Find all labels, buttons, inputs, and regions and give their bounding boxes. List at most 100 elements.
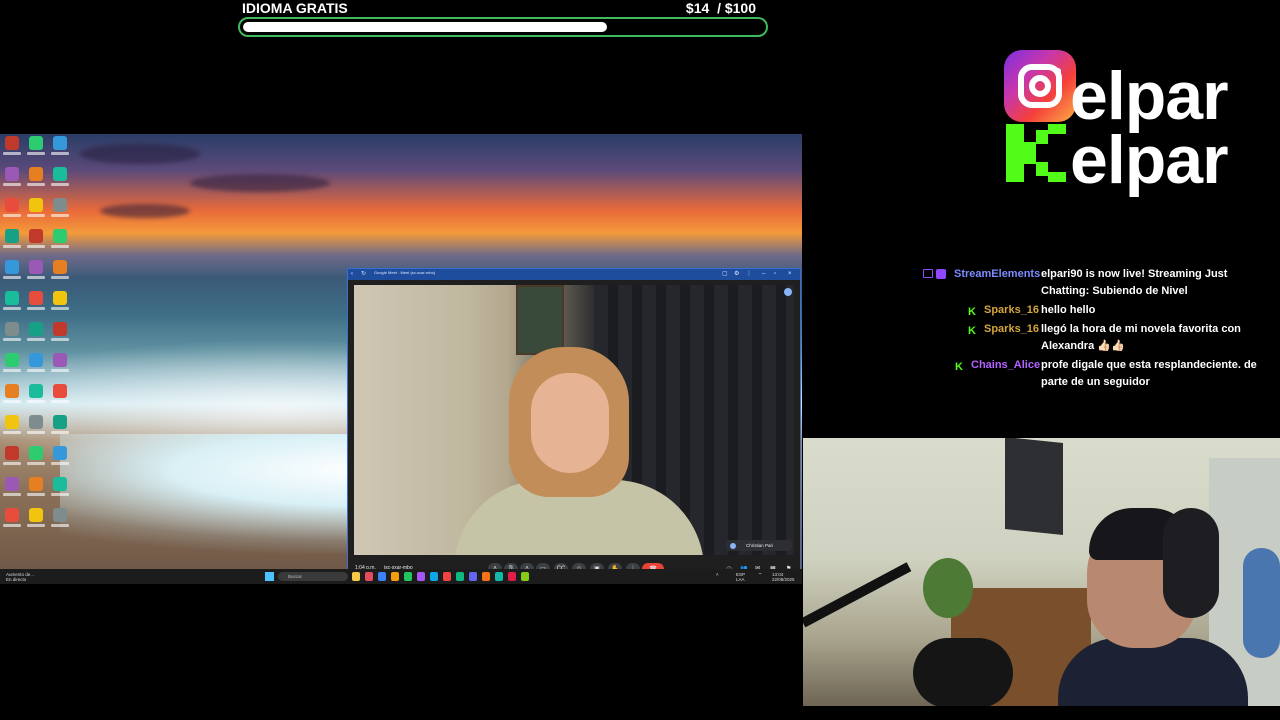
desktop-shortcut-icon[interactable] [2,322,22,344]
desktop-shortcut-icon[interactable] [26,167,46,189]
goal-progress-bar [238,17,768,37]
self-view-tile[interactable]: Christian Pari [726,540,792,551]
desktop-shortcut-icon[interactable] [26,477,46,499]
desktop-shortcut-icon[interactable] [26,322,46,344]
participant-face [531,373,609,473]
desktop-shortcut-icon[interactable] [50,291,70,313]
desktop-shortcut-icon[interactable] [2,167,22,189]
kick-handle: elpar [1070,122,1229,198]
meet-titlebar[interactable]: ‹ ↻ Google Meet - Meet (sc-sxar-mbo) ▢ ⚙… [348,269,800,280]
maximize-icon[interactable]: ▫ [774,271,776,278]
meet-options-icon[interactable] [784,288,792,296]
weather-widget[interactable]: Aumento de... En directo [6,572,34,582]
goal-progress-fill [243,22,607,32]
background-person [1243,548,1280,658]
desktop-shortcut-icon[interactable] [26,508,46,530]
taskbar: Aumento de... En directo Buscar ˄ ESP LA… [0,569,802,584]
desktop-shortcut-icon[interactable] [2,446,22,468]
desktop-shortcut-icon[interactable] [26,198,46,220]
instagram-handle: elpar [1070,58,1229,134]
tray-clock[interactable]: 13:04 22/08/2025 [772,572,795,582]
desktop-shortcut-icon[interactable] [50,446,70,468]
desktop-shortcut-icon[interactable] [50,384,70,406]
meet-window[interactable]: ‹ ↻ Google Meet - Meet (sc-sxar-mbo) ▢ ⚙… [347,268,801,579]
start-button[interactable] [265,572,274,581]
chat-text: hello hello [1041,304,1096,316]
desktop-shortcut-icon[interactable] [50,167,70,189]
desktop-shortcut-icon[interactable] [50,508,70,530]
meet-window-title: Google Meet - Meet (sc-sxar-mbo) [374,270,436,275]
desktop-shortcut-icon[interactable] [2,291,22,313]
extension-icon[interactable]: ▢ [722,271,728,278]
taskbar-app-icon[interactable] [443,572,451,581]
chat-text: elpari90 is now live! Streaming Just Cha… [1041,268,1228,297]
goal-current: $14 [685,0,710,16]
taskbar-app-icon[interactable] [404,572,412,581]
desktop-shortcut-icon[interactable] [2,415,22,437]
taskbar-app-icon[interactable] [365,572,373,581]
desktop-shortcut-icon[interactable] [2,384,22,406]
tray-language[interactable]: ESP LAA [736,572,745,582]
desktop-shortcut-icon[interactable] [2,198,22,220]
chat-message: StreamElements elpari90 is now live! Stre… [900,266,1280,300]
desktop-capture: ‹ ↻ Google Meet - Meet (sc-sxar-mbo) ▢ ⚙… [0,134,802,584]
desktop-shortcut-icon[interactable] [26,291,46,313]
desktop-shortcut-icon[interactable] [2,477,22,499]
desktop-shortcut-icon[interactable] [26,229,46,251]
taskbar-app-icon[interactable] [378,572,386,581]
taskbar-app-icon[interactable] [469,572,477,581]
desktop-shortcut-icon[interactable] [26,384,46,406]
desktop-shortcut-icon[interactable] [50,229,70,251]
taskbar-app-icon[interactable] [521,572,529,581]
minimize-icon[interactable]: – [762,271,765,278]
taskbar-app-icon[interactable] [417,572,425,581]
chat-username[interactable]: Sparks_16 [984,302,1039,319]
taskbar-app-icon[interactable] [352,572,360,581]
wifi-icon[interactable]: ⌔ [758,572,762,577]
avatar [730,543,736,549]
more-icon[interactable]: ⋮ [746,271,752,278]
desktop-shortcut-icon[interactable] [26,136,46,158]
desktop-shortcut-icon[interactable] [2,136,22,158]
chat-username[interactable]: Sparks_16 [984,321,1039,338]
desktop-shortcut-icon[interactable] [2,508,22,530]
taskbar-app-icon[interactable] [495,572,503,581]
desktop-shortcut-icon[interactable] [2,229,22,251]
desktop-shortcut-icon[interactable] [26,446,46,468]
desktop-shortcut-icon[interactable] [50,322,70,344]
settings-icon[interactable]: ⚙ [734,271,739,278]
back-icon[interactable]: ‹ [351,271,353,278]
taskbar-app-icon[interactable] [391,572,399,581]
mic-arm [803,562,912,628]
desktop-shortcut-icon[interactable] [50,477,70,499]
desktop-shortcut-icon[interactable] [50,415,70,437]
desktop-shortcut-icon[interactable] [26,353,46,375]
plant [923,558,973,618]
kick-icon: K [955,361,963,373]
taskbar-app-icon[interactable] [456,572,464,581]
desktop-shortcut-icon[interactable] [26,415,46,437]
taskbar-app-icon[interactable] [482,572,490,581]
desktop-shortcut-icon[interactable] [50,136,70,158]
twitch-icon [923,269,933,278]
tray-chevron-icon[interactable]: ˄ [716,572,719,577]
goal-separator: / [717,0,721,16]
desktop-shortcut-icon[interactable] [2,260,22,282]
refresh-icon[interactable]: ↻ [361,271,366,278]
chat-username[interactable]: Chains_Alice [971,357,1040,374]
desktop-shortcut-icon[interactable] [26,260,46,282]
kick-icon: K [968,306,976,318]
chat-badges: K [900,321,976,338]
desktop-shortcut-icon[interactable] [50,260,70,282]
taskbar-search[interactable]: Buscar [278,572,348,581]
desktop-shortcut-icon[interactable] [50,198,70,220]
chat-username[interactable]: StreamElements [954,266,1040,283]
desktop-shortcut-icon[interactable] [50,353,70,375]
close-icon[interactable]: × [788,271,792,278]
desktop-shortcut-icon[interactable] [2,353,22,375]
taskbar-app-icon[interactable] [430,572,438,581]
weather-line2: En directo [6,577,27,582]
taskbar-app-icon[interactable] [508,572,516,581]
wallpaper-cloud [100,204,190,218]
chat-message: K Chains_Alice profe digale que esta respl… [900,357,1280,391]
